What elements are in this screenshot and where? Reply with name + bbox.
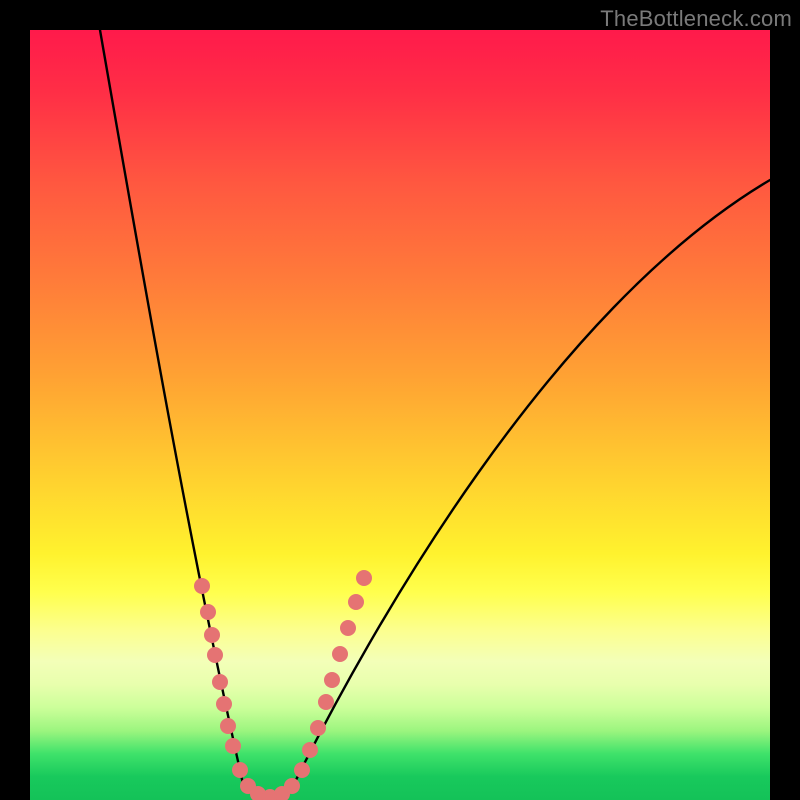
- marker-dot: [318, 694, 334, 710]
- marker-dot: [216, 696, 232, 712]
- marker-dot: [332, 646, 348, 662]
- watermark-text: TheBottleneck.com: [600, 6, 792, 32]
- marker-dot: [212, 674, 228, 690]
- marker-dot: [225, 738, 241, 754]
- marker-dot: [284, 778, 300, 794]
- marker-dot: [294, 762, 310, 778]
- marker-dot: [302, 742, 318, 758]
- marker-dot: [200, 604, 216, 620]
- chart-frame: [30, 30, 770, 800]
- marker-dot: [207, 647, 223, 663]
- marker-dot: [356, 570, 372, 586]
- chart-svg: [30, 30, 770, 800]
- marker-dot: [324, 672, 340, 688]
- marker-dot: [310, 720, 326, 736]
- marker-dot: [340, 620, 356, 636]
- marker-dot: [232, 762, 248, 778]
- marker-dot: [194, 578, 210, 594]
- marker-dot: [348, 594, 364, 610]
- marker-dot: [204, 627, 220, 643]
- marker-dot: [220, 718, 236, 734]
- bottleneck-curve: [100, 30, 770, 797]
